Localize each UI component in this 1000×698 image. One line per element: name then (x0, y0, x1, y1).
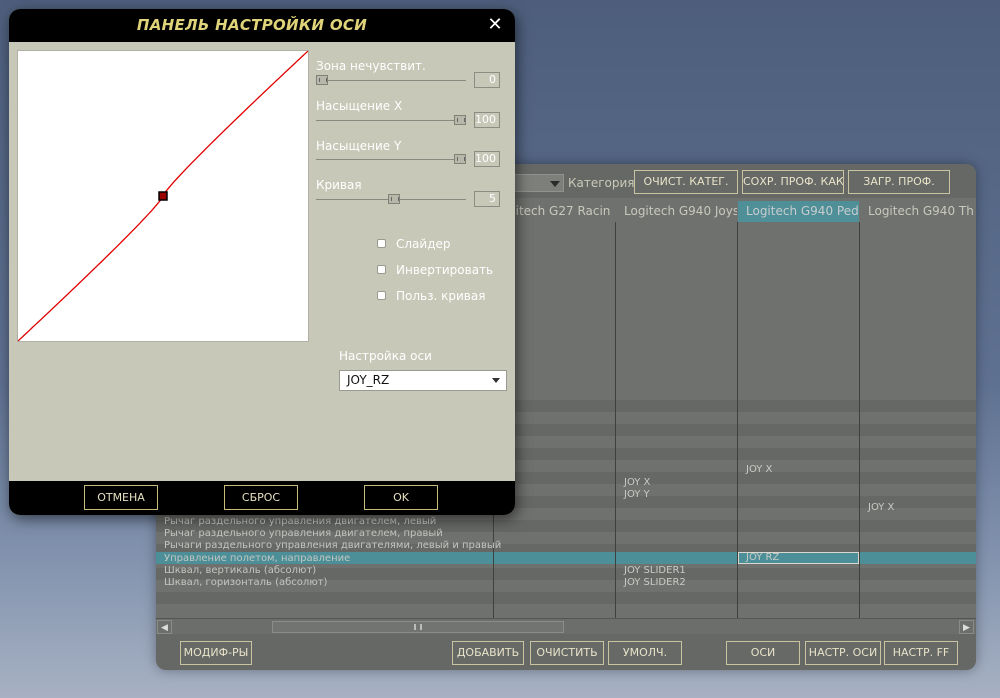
saturation-x-slider-thumb[interactable] (454, 115, 466, 125)
row-label-flight-control-yaw[interactable]: Управление полетом, направление (164, 553, 350, 565)
cell-pedals-joy-x[interactable]: JOY X (746, 464, 772, 476)
axis-tune-button[interactable]: НАСТР. ОСИ (805, 641, 881, 665)
cell-pedals-joy-rz[interactable]: JOY RZ (746, 552, 779, 564)
row-label-shkval-vertical[interactable]: Шквал, вертикаль (абсолют) (164, 565, 316, 577)
horizontal-scrollbar[interactable]: ◀ ▶ (156, 618, 976, 634)
deadzone-value[interactable]: 0 (474, 72, 500, 88)
slider-checkbox-label[interactable]: Слайдер (396, 237, 451, 251)
controls-bottom-bar: МОДИФ-РЫ ДОБАВИТЬ ОЧИСТИТЬ УМОЛЧ. ОСИ НА… (156, 634, 976, 670)
load-profile-button[interactable]: ЗАГР. ПРОФ. (848, 170, 950, 194)
ok-button[interactable]: OK (364, 485, 438, 510)
save-profile-as-button[interactable]: СОХР. ПРОФ. КАК (742, 170, 844, 194)
cancel-button[interactable]: ОТМЕНА (84, 485, 158, 510)
cell-joystick-slider2[interactable]: JOY SLIDER2 (624, 577, 686, 589)
saturation-x-label: Насыщение X (316, 99, 403, 113)
cell-joystick-joy-y[interactable]: JOY Y (624, 489, 650, 501)
scroll-right-icon[interactable]: ▶ (959, 620, 974, 634)
chevron-down-icon (550, 181, 560, 187)
user-curve-checkbox-label[interactable]: Польз. кривая (396, 289, 485, 303)
clear-button[interactable]: ОЧИСТИТЬ (530, 641, 604, 665)
curvature-slider-thumb[interactable] (388, 194, 400, 204)
ff-tune-button[interactable]: НАСТР. FF (884, 641, 958, 665)
reset-button[interactable]: СБРОС (224, 485, 298, 510)
axes-button[interactable]: ОСИ (726, 641, 800, 665)
axis-tune-dialog: ПАНЕЛЬ НАСТРОЙКИ ОСИ ✕ Зона нечувствит. … (9, 9, 515, 515)
table-row[interactable] (156, 592, 976, 604)
user-curve-checkbox[interactable] (377, 291, 386, 300)
default-button[interactable]: УМОЛЧ. (608, 641, 682, 665)
grip-icon (414, 624, 422, 630)
column-divider (615, 222, 616, 618)
row-label-engine-right[interactable]: Рычаг раздельного управления двигателем,… (164, 528, 443, 540)
curvature-value[interactable]: 5 (474, 191, 500, 207)
deadzone-label: Зона нечувствит. (316, 59, 426, 73)
row-label-engine-left[interactable]: Рычаг раздельного управления двигателем,… (164, 516, 436, 528)
dialog-title-bar[interactable]: ПАНЕЛЬ НАСТРОЙКИ ОСИ ✕ (9, 9, 515, 42)
cell-joystick-joy-x[interactable]: JOY X (624, 477, 650, 489)
curvature-slider[interactable] (316, 194, 466, 204)
dialog-footer: ОТМЕНА СБРОС OK (9, 481, 515, 515)
column-header-g940-joystick[interactable]: Logitech G940 Joys (616, 201, 737, 222)
cell-throttle-joy-x[interactable]: JOY X (868, 502, 894, 514)
category-label: Категория (568, 176, 635, 190)
axis-setup-label: Настройка оси (339, 349, 432, 363)
saturation-y-slider-thumb[interactable] (454, 154, 466, 164)
deadzone-slider[interactable] (316, 75, 466, 85)
curvature-label: Кривая (316, 178, 362, 192)
clear-category-button[interactable]: ОЧИСТ. КАТЕГ. (634, 170, 738, 194)
scroll-left-icon[interactable]: ◀ (157, 620, 172, 634)
dialog-title: ПАНЕЛЬ НАСТРОЙКИ ОСИ (136, 16, 368, 34)
saturation-x-value[interactable]: 100 (474, 112, 500, 128)
row-label-engines-both[interactable]: Рычаги раздельного управления двигателям… (164, 540, 501, 552)
response-curve-preview (17, 50, 309, 342)
invert-checkbox[interactable] (377, 265, 386, 274)
curve-plot (18, 51, 308, 341)
device-combo[interactable] (508, 174, 564, 192)
slider-checkbox[interactable] (377, 239, 386, 248)
cell-joystick-slider1[interactable]: JOY SLIDER1 (624, 565, 686, 577)
column-header-g940-throttle[interactable]: Logitech G940 Th (860, 201, 976, 222)
add-button[interactable]: ДОБАВИТЬ (452, 641, 524, 665)
saturation-y-label: Насыщение Y (316, 139, 402, 153)
invert-checkbox-label[interactable]: Инвертировать (396, 263, 493, 277)
deadzone-slider-thumb[interactable] (316, 75, 328, 85)
chevron-down-icon (492, 378, 500, 383)
axis-setup-value: JOY_RZ (347, 373, 390, 387)
saturation-y-slider[interactable] (316, 154, 466, 164)
axis-setup-select[interactable]: JOY_RZ (339, 370, 507, 391)
close-icon[interactable]: ✕ (485, 14, 505, 36)
saturation-x-slider[interactable] (316, 115, 466, 125)
row-label-shkval-horizontal[interactable]: Шквал, горизонталь (абсолют) (164, 577, 327, 589)
curve-center-marker (158, 191, 168, 201)
column-divider (859, 222, 860, 618)
saturation-y-value[interactable]: 100 (474, 151, 500, 167)
modifiers-button[interactable]: МОДИФ-РЫ (180, 641, 252, 665)
column-header-g940-pedals[interactable]: Logitech G940 Ped (738, 201, 859, 222)
